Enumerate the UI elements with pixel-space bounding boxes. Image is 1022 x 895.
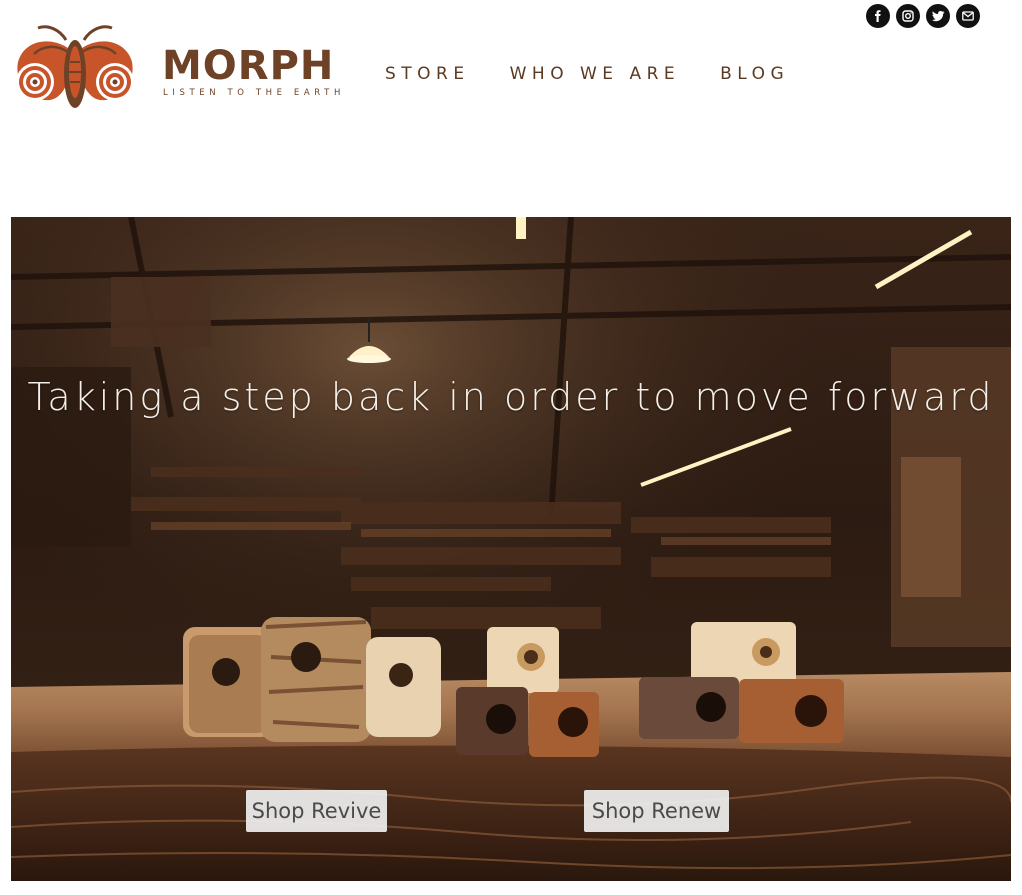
shop-renew-button[interactable]: Shop Renew bbox=[584, 790, 729, 832]
site-header: MORPH LISTEN TO THE EARTH STORE WHO WE A… bbox=[0, 0, 1022, 130]
facebook-icon[interactable] bbox=[866, 4, 890, 28]
nav-item-who-we-are[interactable]: WHO WE ARE bbox=[510, 64, 681, 84]
hero-banner: Taking a step back in order to move forw… bbox=[11, 217, 1011, 881]
brand-wordmark: MORPH bbox=[162, 43, 335, 89]
warehouse-background-image bbox=[11, 217, 1011, 881]
nav-item-store[interactable]: STORE bbox=[385, 64, 470, 84]
nav-item-blog[interactable]: BLOG bbox=[720, 64, 789, 84]
social-links bbox=[866, 4, 980, 28]
logo[interactable]: MORPH LISTEN TO THE EARTH bbox=[10, 22, 340, 114]
shop-revive-button[interactable]: Shop Revive bbox=[246, 790, 387, 832]
brand-tagline: LISTEN TO THE EARTH bbox=[163, 88, 345, 98]
hero-headline: Taking a step back in order to move forw… bbox=[27, 375, 995, 419]
moth-logo-icon bbox=[16, 25, 134, 108]
instagram-icon[interactable] bbox=[896, 4, 920, 28]
main-nav: STORE WHO WE ARE BLOG bbox=[385, 64, 789, 84]
twitter-icon[interactable] bbox=[926, 4, 950, 28]
email-icon[interactable] bbox=[956, 4, 980, 28]
